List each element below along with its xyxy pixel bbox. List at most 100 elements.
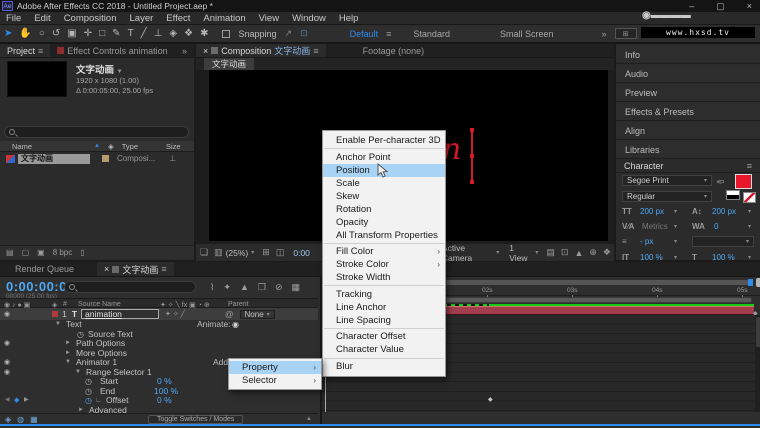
eye-icon[interactable]: ◉ bbox=[4, 339, 10, 349]
camera-tool-icon[interactable]: ▣ bbox=[67, 28, 76, 39]
timeline-search-input[interactable] bbox=[64, 281, 196, 293]
horizontal-scrollbar[interactable] bbox=[0, 424, 760, 426]
stroke-style-select[interactable]: ▾ bbox=[692, 236, 754, 247]
panel-preview[interactable]: Preview bbox=[616, 84, 760, 102]
parent-column[interactable]: Parent bbox=[228, 301, 249, 308]
expand-layer-switches-icon[interactable]: ◈ bbox=[5, 415, 11, 424]
workspace-standard[interactable]: Standard bbox=[413, 29, 450, 39]
menu-file[interactable]: File bbox=[6, 13, 21, 24]
menu-item-line-spacing[interactable]: Line Spacing bbox=[323, 314, 445, 327]
panel-align[interactable]: Align bbox=[616, 122, 760, 140]
column-type[interactable]: Type bbox=[122, 142, 138, 151]
menu-item-fill-color[interactable]: Fill Color› bbox=[323, 245, 445, 258]
resize-icon[interactable]: ↗ bbox=[285, 28, 293, 39]
horizontal-scale-caret-icon[interactable]: ▾ bbox=[748, 254, 751, 261]
menu-edit[interactable]: Edit bbox=[34, 13, 50, 24]
pan-behind-tool-icon[interactable]: ✛ bbox=[84, 28, 92, 39]
twirl-open-icon[interactable]: ▼ bbox=[55, 320, 61, 330]
project-bpc[interactable]: 8 bpc bbox=[53, 248, 73, 257]
menu-layer[interactable]: Layer bbox=[130, 13, 154, 24]
toggle-switches-modes-button[interactable]: Toggle Switches / Modes bbox=[148, 415, 243, 424]
menu-view[interactable]: View bbox=[259, 13, 279, 24]
draft-3d-icon[interactable]: ✦ bbox=[223, 282, 231, 293]
menu-item-selector[interactable]: Selector› bbox=[229, 374, 321, 387]
pixel-aspect-icon[interactable]: ▤ bbox=[546, 247, 555, 258]
sort-asc-icon[interactable]: ▲ bbox=[94, 143, 100, 149]
row-text[interactable]: ▼ Text Animate: ◉ bbox=[0, 320, 318, 330]
selection-tool-icon[interactable]: ➤ bbox=[4, 28, 12, 39]
menu-item-stroke-width[interactable]: Stroke Width bbox=[323, 271, 445, 284]
layer-row-1[interactable]: ◉ 1 T animation ✦ ✧ ╱ @ None▾ bbox=[0, 308, 318, 320]
graph-editor-icon[interactable]: ▦ bbox=[292, 282, 301, 293]
timeline-panel-menu-icon[interactable]: ≡ bbox=[161, 264, 166, 274]
selection-handle[interactable] bbox=[470, 128, 474, 132]
new-folder-icon[interactable]: ▢ bbox=[22, 248, 30, 257]
parent-dropdown[interactable]: None▾ bbox=[240, 310, 275, 319]
project-comp-title[interactable]: 文字动画 ▼ bbox=[76, 62, 123, 76]
leading-caret-icon[interactable]: ▾ bbox=[748, 208, 751, 215]
viewer-time[interactable]: 0:00 bbox=[293, 248, 310, 258]
menu-item-all-transform-properties[interactable]: All Transform Properties bbox=[323, 229, 445, 242]
workspace-menu-icon[interactable]: ≡ bbox=[386, 29, 391, 39]
kerning-value[interactable]: Metrics bbox=[642, 222, 668, 231]
workspace-small-screen[interactable]: Small Screen bbox=[500, 29, 554, 39]
eye-icon[interactable]: ◉ bbox=[4, 310, 10, 318]
layer-label-swatch[interactable] bbox=[52, 311, 58, 317]
selection-handle[interactable] bbox=[470, 154, 474, 158]
font-size-caret-icon[interactable]: ▾ bbox=[674, 208, 677, 215]
pen-tool-icon[interactable]: ✎ bbox=[112, 28, 120, 39]
character-menu-icon[interactable]: ≡ bbox=[747, 161, 752, 171]
menu-item-opacity[interactable]: Opacity bbox=[323, 216, 445, 229]
viewer-panel-menu-icon[interactable]: ≡ bbox=[313, 46, 318, 56]
menu-item-enable-per-character-3d[interactable]: Enable Per-character 3D bbox=[323, 134, 445, 147]
time-navigator-handle[interactable] bbox=[756, 278, 760, 287]
source-name-column[interactable]: Source Name bbox=[78, 301, 121, 308]
frame-blending-icon[interactable]: ❐ bbox=[258, 282, 266, 293]
hide-shy-layers-icon[interactable]: ▲ bbox=[240, 282, 249, 293]
menu-item-tracking[interactable]: Tracking bbox=[323, 288, 445, 301]
vertical-scale-caret-icon[interactable]: ▾ bbox=[674, 254, 677, 261]
stroke-width-value[interactable]: - px bbox=[640, 237, 653, 246]
vertical-scale-value[interactable]: 100 % bbox=[640, 253, 663, 262]
tracking-value[interactable]: 0 bbox=[714, 222, 718, 231]
tracking-caret-icon[interactable]: ▾ bbox=[748, 223, 751, 230]
twirl-open-icon[interactable]: ▼ bbox=[65, 358, 71, 368]
menu-effect[interactable]: Effect bbox=[166, 13, 190, 24]
menu-composition[interactable]: Composition bbox=[64, 13, 117, 24]
project-item-row[interactable]: 文字动画 Composi... ⊥ bbox=[0, 152, 194, 165]
menu-item-rotation[interactable]: Rotation bbox=[323, 203, 445, 216]
expand-transfer-icon[interactable]: ◍ bbox=[17, 415, 24, 424]
view-layout-dropdown[interactable]: 1 View▾ bbox=[509, 243, 538, 263]
collapse-icon[interactable]: ▲ bbox=[306, 416, 312, 422]
menu-item-line-anchor[interactable]: Line Anchor bbox=[323, 301, 445, 314]
region-of-interest-icon[interactable]: ◫ bbox=[276, 247, 285, 258]
scrollbar-thumb[interactable] bbox=[756, 317, 760, 347]
menu-item-property[interactable]: Property› bbox=[229, 361, 321, 374]
menu-window[interactable]: Window bbox=[292, 13, 326, 24]
expand-icon[interactable]: ⊡ bbox=[300, 28, 308, 39]
eraser-tool-icon[interactable]: ◈ bbox=[169, 28, 177, 39]
stroke-width-caret-icon[interactable]: ▾ bbox=[674, 238, 677, 245]
font-style-select[interactable]: Regular▾ bbox=[622, 191, 712, 202]
menu-item-stroke-color[interactable]: Stroke Color› bbox=[323, 258, 445, 271]
panel-libraries[interactable]: Libraries bbox=[616, 141, 760, 159]
parent-pickwhip-icon[interactable]: @ bbox=[225, 309, 234, 319]
snapping-checkbox[interactable] bbox=[222, 30, 230, 38]
selection-handle[interactable] bbox=[470, 180, 474, 184]
leading-value[interactable]: 200 px bbox=[712, 207, 736, 216]
tab-close-icon[interactable]: × bbox=[104, 264, 109, 274]
trash-icon[interactable]: ▯ bbox=[80, 248, 84, 257]
resolution-icon[interactable]: ⊞ bbox=[262, 247, 270, 258]
rotation-tool-icon[interactable]: ↺ bbox=[52, 28, 60, 39]
interpret-footage-icon[interactable]: ▤ bbox=[6, 248, 14, 257]
workspace-overflow[interactable]: » bbox=[601, 29, 606, 39]
reset-exposure-icon[interactable]: ❖ bbox=[603, 247, 611, 258]
panel-info[interactable]: Info bbox=[616, 46, 760, 64]
always-preview-icon[interactable]: ❏ bbox=[200, 247, 208, 258]
keyframe-diamond[interactable]: ◆ bbox=[488, 396, 493, 403]
fill-color-swatch[interactable] bbox=[735, 174, 752, 189]
column-size[interactable]: Size bbox=[166, 142, 181, 151]
workspace-search-icon[interactable]: ⊞ bbox=[615, 28, 637, 39]
kerning-caret-icon[interactable]: ▾ bbox=[674, 223, 677, 230]
magnification-icon[interactable]: ▥ bbox=[214, 247, 223, 258]
